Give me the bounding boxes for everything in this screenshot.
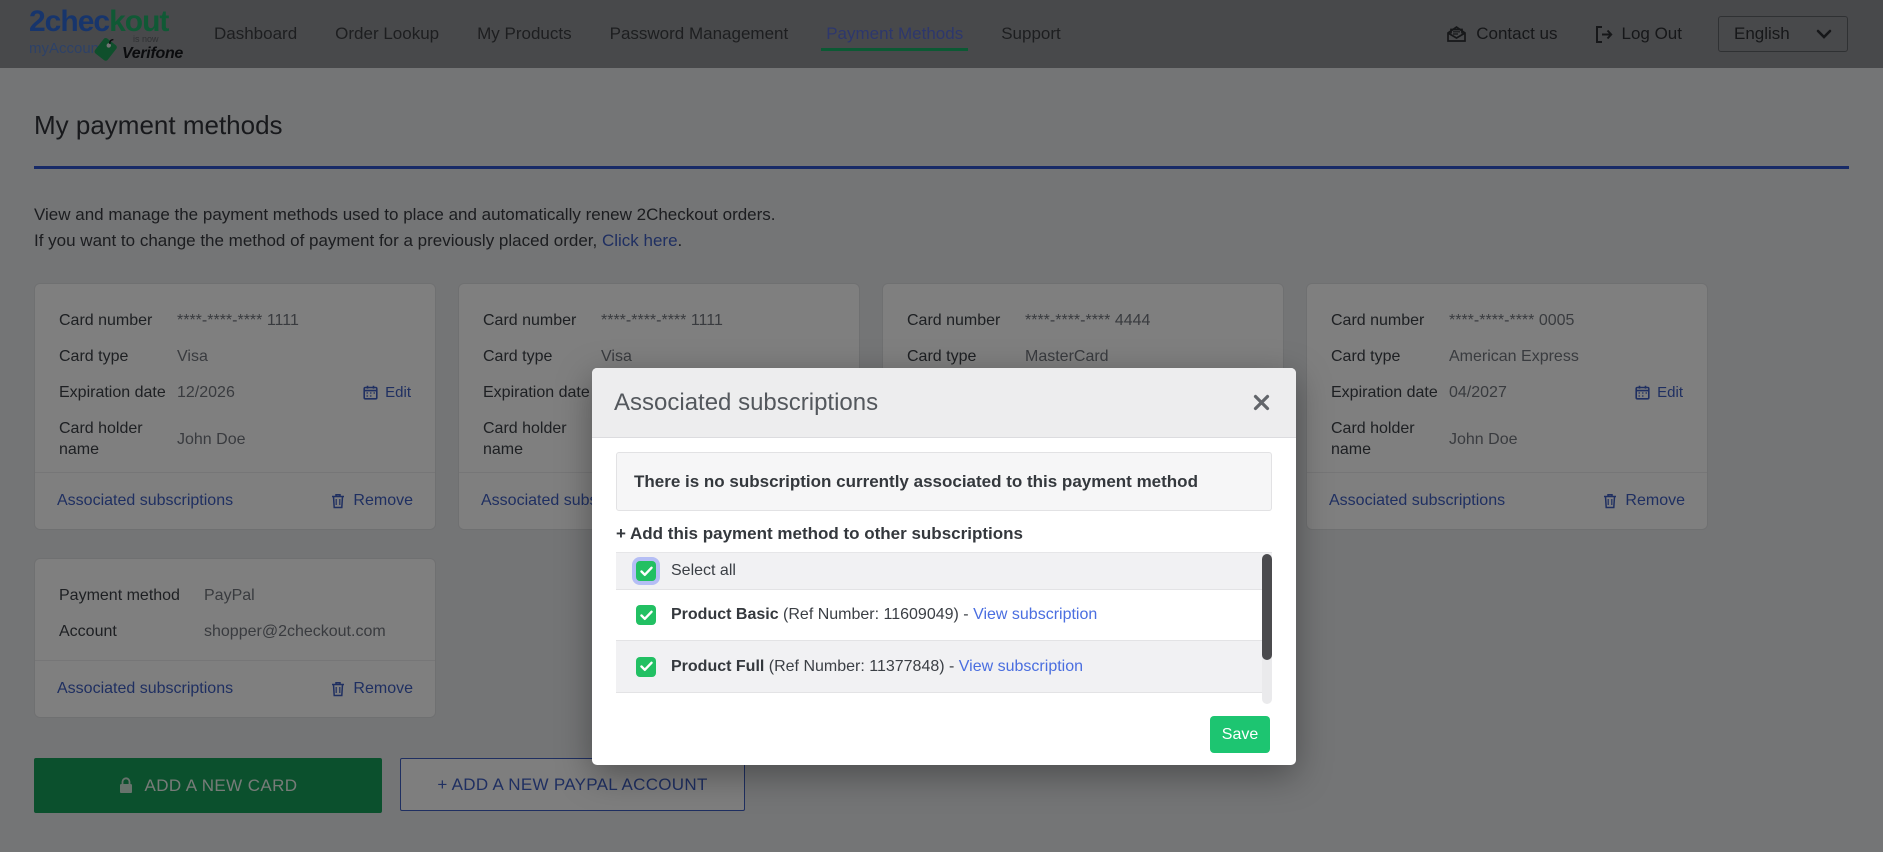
subscription-row[interactable]: Product Basic (Ref Number: 11609049) - V… [616, 590, 1272, 641]
page: 2checkout myAccount is now Verifone Dash… [0, 0, 1883, 852]
list-scrollbar[interactable] [1262, 554, 1272, 704]
select-all-checkbox[interactable] [636, 561, 656, 581]
subscription-list: Select all Product Basic (Ref Number: 11… [616, 552, 1272, 705]
close-icon[interactable] [1249, 390, 1274, 415]
associated-subscriptions-modal: Associated subscriptions There is no sub… [592, 368, 1296, 765]
subscription-row-partial [616, 693, 1272, 705]
no-subscription-message: There is no subscription currently assoc… [616, 452, 1272, 511]
save-button[interactable]: Save [1210, 716, 1270, 753]
subscription-checkbox[interactable] [636, 605, 656, 625]
subscription-checkbox[interactable] [636, 656, 656, 677]
modal-body: There is no subscription currently assoc… [592, 438, 1296, 705]
select-all-row[interactable]: Select all [616, 553, 1272, 590]
modal-title: Associated subscriptions [614, 388, 879, 416]
view-subscription-link[interactable]: View subscription [973, 606, 1097, 623]
scrollbar-thumb[interactable] [1262, 554, 1272, 660]
select-all-label: Select all [671, 562, 736, 579]
modal-header: Associated subscriptions [592, 368, 1296, 438]
subscription-row[interactable]: Product Full (Ref Number: 11377848) - Vi… [616, 641, 1272, 693]
add-to-subscriptions-heading: + Add this payment method to other subsc… [616, 524, 1023, 543]
subscription-label: Product Basic (Ref Number: 11609049) - V… [671, 606, 1098, 623]
subscription-label: Product Full (Ref Number: 11377848) - Vi… [671, 657, 1084, 675]
view-subscription-link[interactable]: View subscription [959, 658, 1083, 675]
